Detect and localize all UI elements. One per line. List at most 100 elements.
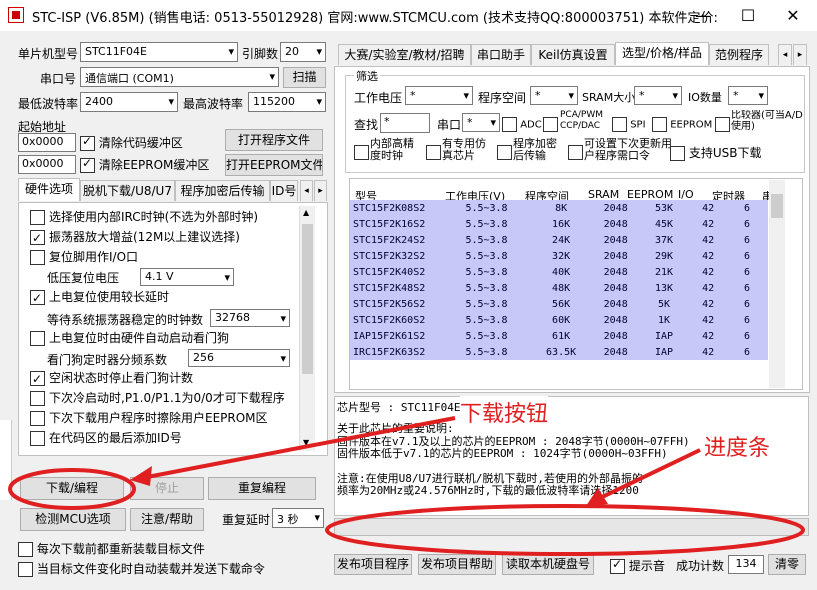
- open-eeprom-button[interactable]: 打开EEPROM文件: [225, 154, 323, 176]
- tab-id[interactable]: ID号: [270, 180, 298, 201]
- mcu-select[interactable]: STC11F04E: [80, 42, 238, 62]
- table-row[interactable]: STC15F2K32S2 5.5~3.8 32K 2048 29K 42 6: [350, 248, 768, 264]
- open-program-button[interactable]: 打开程序文件: [225, 129, 323, 151]
- close-icon[interactable]: ✕: [770, 0, 816, 31]
- table-row[interactable]: STC15F2K24S2 5.5~3.8 24K 2048 37K 42 6: [350, 232, 768, 248]
- irc-checkbox[interactable]: [354, 145, 369, 160]
- io-count-select[interactable]: *: [728, 86, 768, 105]
- option-add-id[interactable]: 在代码区的最后添加ID号: [30, 428, 182, 448]
- table-scrollbar[interactable]: [769, 180, 785, 388]
- minimize-icon[interactable]: —: [680, 0, 726, 31]
- tab-selection[interactable]: 选型/价格/样品: [615, 42, 709, 65]
- auto-download-label: 当目标文件变化时自动装载并发送下载命令: [36, 562, 265, 576]
- progress-bar: [334, 518, 809, 536]
- wdt-prescale-select[interactable]: 256: [188, 349, 290, 367]
- min-baud-select[interactable]: 2400: [80, 92, 178, 112]
- download-program-button[interactable]: 下载/编程: [20, 477, 124, 500]
- option-idle-stop-wdt[interactable]: 空闲状态时停止看门狗计数: [30, 368, 193, 389]
- find-label: 查找: [354, 118, 379, 132]
- clear-code-checkbox[interactable]: 清除代码缓冲区: [80, 134, 183, 151]
- prompt-sound-checkbox[interactable]: 提示音: [610, 557, 665, 574]
- comparator-checkbox[interactable]: [715, 117, 730, 132]
- option-internal-irc[interactable]: 选择使用内部IRC时钟(不选为外部时钟): [30, 207, 258, 227]
- adc-checkbox[interactable]: ADC: [502, 117, 542, 132]
- scroll-down-icon[interactable]: ▼: [303, 438, 309, 447]
- checkbox-icon: [652, 117, 667, 132]
- option-osc-gain[interactable]: 振荡器放大增益(12M以上建议选择): [30, 227, 240, 248]
- max-baud-select[interactable]: 115200: [248, 92, 326, 112]
- help-button[interactable]: 注意/帮助: [130, 508, 204, 531]
- publish-program-button[interactable]: 发布项目程序: [334, 554, 412, 575]
- uart-select[interactable]: *: [462, 113, 500, 132]
- table-row[interactable]: STC15F2K16S2 5.5~3.8 16K 2048 45K 42 6: [350, 216, 768, 232]
- tab-encrypt[interactable]: 程序加密后传输: [175, 180, 270, 201]
- repeat-program-button[interactable]: 重复编程: [208, 477, 316, 500]
- read-disk-button[interactable]: 读取本机硬盘号: [502, 554, 594, 575]
- window-title: STC-ISP (V6.85M) (销售电话: 0513-55012928) 官…: [32, 11, 718, 26]
- wait-clocks-select[interactable]: 32768: [210, 309, 290, 327]
- eeprom-address-input[interactable]: 0x0000: [18, 155, 76, 174]
- checkbox-icon: [30, 210, 45, 225]
- right-tab-scroll-right[interactable]: ▸: [793, 44, 807, 65]
- detect-mcu-button[interactable]: 检测MCU选项: [20, 508, 126, 531]
- options-scrollbar[interactable]: ▲ ▼: [299, 206, 315, 451]
- tab-hardware[interactable]: 硬件选项: [18, 178, 80, 201]
- table-row[interactable]: STC15F2K40S2 5.5~3.8 40K 2048 21K 42 6: [350, 264, 768, 280]
- table-row[interactable]: STC15F2K60S2 5.5~3.8 60K 2048 1K 42 6: [350, 312, 768, 328]
- option-label: 下次下载用户程序时擦除用户EEPROM区: [49, 411, 268, 425]
- usb-checkbox[interactable]: 支持USB下载: [670, 144, 761, 161]
- auto-download-checkbox[interactable]: 当目标文件变化时自动装载并发送下载命令: [18, 560, 265, 577]
- table-cell: 5.5~3.8: [444, 232, 529, 248]
- repeat-delay-select[interactable]: 3 秒: [272, 508, 324, 528]
- annotation-progress-label: 进度条: [704, 436, 771, 461]
- voltage-select[interactable]: *: [405, 86, 473, 105]
- checkbox-icon: [568, 145, 583, 160]
- scan-button[interactable]: 扫描: [283, 67, 326, 88]
- option-erase-eeprom[interactable]: 下次下载用户程序时擦除用户EEPROM区: [30, 408, 268, 428]
- scrollbar-thumb[interactable]: [302, 224, 313, 374]
- spi-label: SPI: [630, 119, 646, 131]
- emulator-checkbox[interactable]: [426, 145, 441, 160]
- find-input[interactable]: *: [380, 113, 430, 133]
- encrypt-checkbox[interactable]: [497, 145, 512, 160]
- stop-button[interactable]: 停止: [130, 477, 204, 500]
- table-row[interactable]: STC15F2K56S2 5.5~3.8 56K 2048 5K 42 6: [350, 296, 768, 312]
- pca-checkbox[interactable]: [543, 117, 558, 132]
- low-reset-select[interactable]: 4.1 V: [140, 268, 234, 286]
- start-address-input[interactable]: 0x0000: [18, 133, 76, 152]
- tab-scroll-right[interactable]: ▸: [314, 180, 327, 201]
- checkbox-icon: [426, 145, 441, 160]
- tab-offline[interactable]: 脱机下载/U8/U7: [80, 180, 175, 201]
- space-select[interactable]: *: [530, 86, 578, 105]
- publish-help-button[interactable]: 发布项目帮助: [418, 554, 496, 575]
- maximize-icon[interactable]: ☐: [725, 0, 771, 31]
- table-row[interactable]: IRC15F2K63S2 5.5~3.8 63.5K 2048 IAP 42 6: [350, 344, 768, 360]
- scroll-up-icon[interactable]: ▲: [303, 208, 309, 217]
- table-cell: 5.5~3.8: [444, 344, 529, 360]
- tab-scroll-left[interactable]: ◂: [300, 180, 313, 201]
- tab-contest[interactable]: 大赛/实验室/教材/招聘: [338, 44, 471, 65]
- eeprom-checkbox[interactable]: EEPROM: [652, 117, 712, 132]
- table-cell: 5.5~3.8: [444, 328, 529, 344]
- option-hw-watchdog[interactable]: 上电复位时由硬件自动启动看门狗: [30, 328, 229, 348]
- port-select[interactable]: 通信端口 (COM1): [80, 67, 279, 87]
- tab-examples[interactable]: 范例程序: [709, 44, 769, 65]
- scrollbar-thumb[interactable]: [771, 194, 783, 218]
- right-tab-scroll-left[interactable]: ◂: [778, 44, 792, 65]
- tab-keil[interactable]: Keil仿真设置: [531, 44, 615, 65]
- table-row[interactable]: IAP15F2K61S2 5.5~3.8 61K 2048 IAP 42 6: [350, 328, 768, 344]
- clear-count-button[interactable]: 清零: [768, 554, 806, 575]
- pins-select[interactable]: 20: [280, 42, 326, 62]
- spi-checkbox[interactable]: SPI: [612, 117, 646, 132]
- option-reset-io[interactable]: 复位脚用作I/O口: [30, 247, 138, 267]
- table-row[interactable]: STC15F2K08S2 5.5~3.8 8K 2048 53K 42 6: [350, 200, 768, 216]
- table-cell: 2048: [593, 264, 638, 280]
- clear-eeprom-checkbox[interactable]: 清除EEPROM缓冲区: [80, 156, 209, 173]
- sram-select[interactable]: *: [634, 86, 682, 105]
- option-cold-start[interactable]: 下次冷启动时,P1.0/P1.1为0/0才可下载程序: [30, 388, 285, 408]
- tab-serial-assistant[interactable]: 串口助手: [471, 44, 531, 65]
- table-row[interactable]: STC15F2K48S2 5.5~3.8 48K 2048 13K 42 6: [350, 280, 768, 296]
- user-id-checkbox[interactable]: [568, 145, 583, 160]
- option-long-reset-delay[interactable]: 上电复位使用较长延时: [30, 287, 169, 308]
- reload-each-checkbox[interactable]: 每次下载前都重新装载目标文件: [18, 540, 205, 557]
